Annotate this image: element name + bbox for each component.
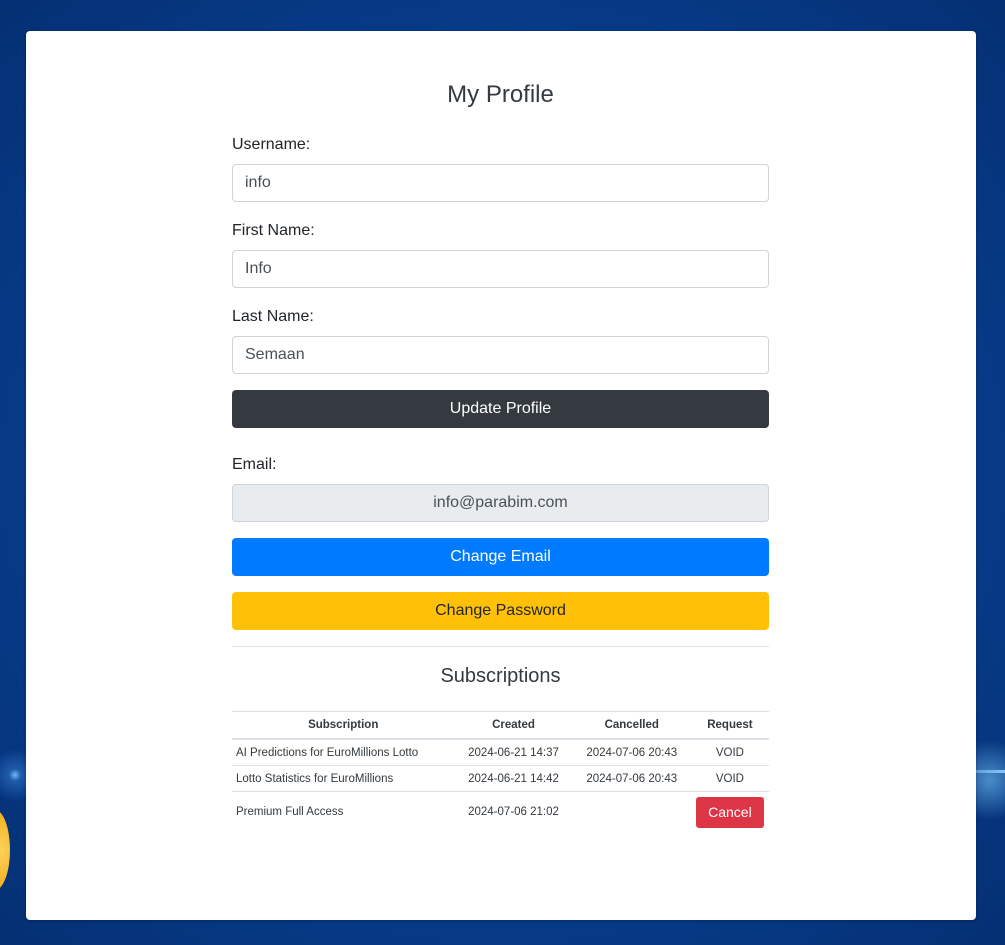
table-header-row: Subscription Created Cancelled Request (232, 711, 769, 740)
email-label: Email: (232, 456, 277, 473)
column-header-created: Created (454, 711, 573, 740)
first-name-label: First Name: (232, 222, 315, 239)
last-name-label: Last Name: (232, 308, 314, 325)
email-field (232, 484, 769, 522)
username-label: Username: (232, 136, 311, 153)
subscription-name: Lotto Statistics for EuroMillions (232, 765, 455, 792)
table-row: AI Predictions for EuroMillions Lotto 20… (232, 739, 769, 766)
column-header-subscription: Subscription (232, 711, 455, 740)
change-email-button[interactable]: Change Email (232, 538, 769, 576)
created-date: 2024-06-21 14:42 (454, 765, 573, 792)
username-input[interactable] (232, 164, 769, 202)
created-date: 2024-07-06 21:02 (468, 806, 559, 818)
request-status: VOID (690, 765, 769, 792)
background-decoration (0, 810, 10, 890)
subscriptions-title: Subscriptions (440, 665, 561, 687)
cancelled-date: 2024-07-06 20:43 (572, 739, 691, 766)
section-divider (232, 646, 769, 647)
first-name-input[interactable] (232, 250, 769, 288)
column-header-request: Request (690, 711, 769, 740)
subscription-name: AI Predictions for EuroMillions Lotto (232, 739, 455, 766)
created-date: 2024-06-21 14:37 (454, 739, 573, 766)
request-status: VOID (690, 739, 769, 766)
table-row: Premium Full Access 2024-07-06 21:02 Can… (232, 792, 769, 833)
subscriptions-table: Subscription Created Cancelled Request A… (232, 711, 769, 832)
profile-card: My Profile Username: First Name: Last Na… (26, 31, 976, 920)
table-row: Lotto Statistics for EuroMillions 2024-0… (232, 765, 769, 792)
subscription-name: Premium Full Access (236, 806, 344, 818)
update-profile-button[interactable]: Update Profile (232, 390, 769, 428)
change-password-button[interactable]: Change Password (232, 592, 769, 630)
last-name-input[interactable] (232, 336, 769, 374)
page-title: My Profile (447, 81, 554, 108)
cancelled-date (573, 792, 691, 833)
column-header-cancelled: Cancelled (572, 711, 691, 740)
cancelled-date: 2024-07-06 20:43 (572, 765, 691, 792)
cancel-subscription-button[interactable]: Cancel (696, 796, 764, 828)
request-cell: Cancel (691, 792, 769, 833)
